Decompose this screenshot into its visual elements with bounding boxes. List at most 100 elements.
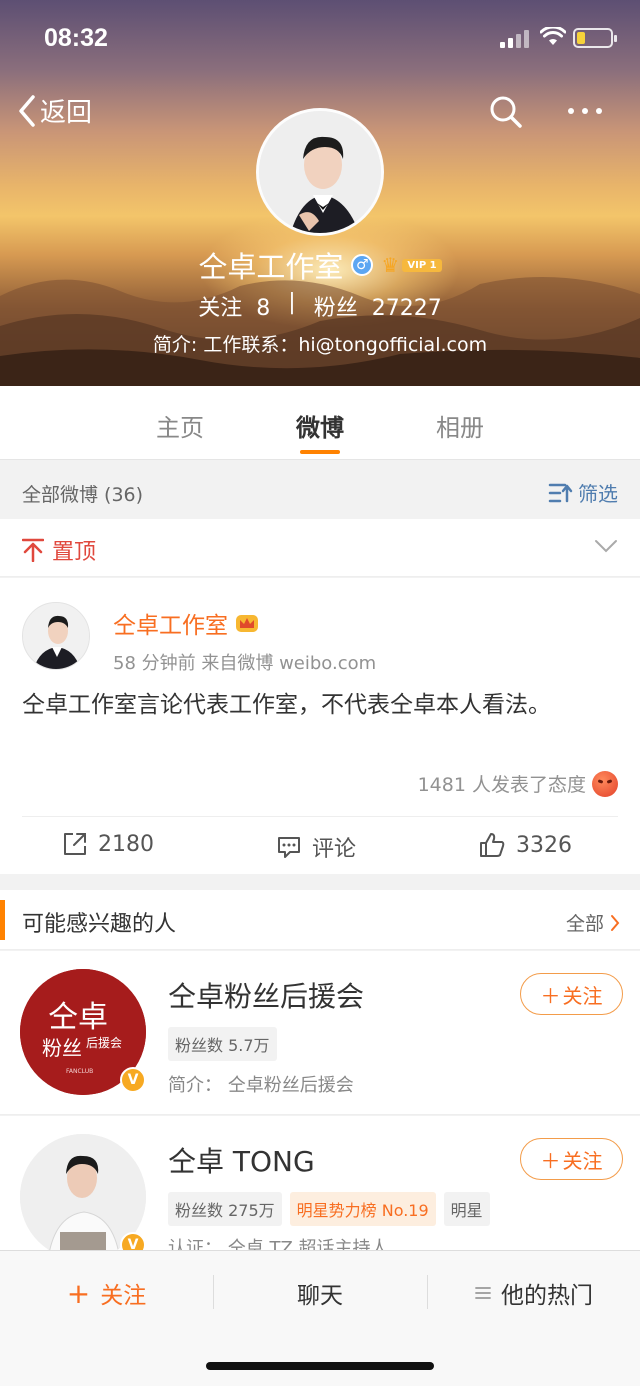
repost-icon [64, 833, 86, 855]
chat-label: 聊天 [297, 1283, 343, 1309]
verified-badge-icon: V [120, 1232, 146, 1250]
pinned-section[interactable]: 置顶 [0, 519, 640, 577]
battery-icon [573, 28, 617, 48]
follow-button[interactable]: ＋ 关注 [520, 973, 623, 1015]
vip-label: VIP 1 [402, 258, 442, 272]
suggested-person-desc: 简介： 仝卓粉丝后援会 [168, 1075, 354, 1096]
section-accent-bar [0, 900, 5, 940]
followers-tag: 粉丝数 275万 [168, 1192, 282, 1226]
pin-top-icon [22, 538, 44, 562]
signal-icon [500, 30, 529, 48]
follow-label: 关注 [562, 983, 603, 1008]
follow-action-label: 关注 [100, 1283, 147, 1309]
follow-action-button[interactable]: + 关注 [0, 1277, 213, 1310]
pinned-label-row: 置顶 [22, 534, 96, 566]
suggested-person-name[interactable]: 仝卓 TONG [168, 1140, 315, 1180]
plus-icon: ＋ [540, 983, 561, 1008]
plus-icon: ＋ [540, 1148, 561, 1173]
status-bar: 08:32 [0, 0, 640, 78]
status-time: 08:32 [44, 24, 108, 52]
filter-icon [548, 483, 573, 502]
suggested-person-desc: 认证： 仝卓 TZ 超话主持人 [168, 1238, 389, 1250]
more-icon[interactable] [568, 108, 602, 114]
avatar-text-2: 粉丝 [42, 1036, 82, 1060]
all-posts-count: 全部微博 (36) [22, 484, 144, 506]
profile-name: 仝卓工作室 [198, 250, 344, 284]
profile-name-row: 仝卓工作室 ♂ ♛ VIP 1 [0, 244, 640, 286]
hot-posts-label: 他的热门 [501, 1283, 593, 1309]
suggestions-all-label: 全部 [565, 913, 604, 935]
tab-home[interactable]: 主页 [140, 408, 220, 443]
person-tags: 粉丝数 5.7万 [168, 1027, 277, 1061]
verified-badge-icon: V [120, 1067, 146, 1093]
like-button[interactable]: 3326 [478, 831, 572, 859]
following-count: 8 [256, 296, 271, 321]
tab-weibo[interactable]: 微博 [280, 408, 360, 443]
following-stat[interactable]: 关注 8 [198, 290, 270, 322]
repost-count: 2180 [98, 831, 154, 857]
wifi-icon [540, 27, 566, 45]
comment-icon [278, 837, 300, 858]
filter-bar: 全部微博 (36) 筛选 [0, 461, 640, 519]
suggested-person-row[interactable]: V 仝卓 TONG ＋ 关注 粉丝数 275万 明星势力榜 No.19 明星 认… [0, 1116, 640, 1250]
star-ranking-tag[interactable]: 明星势力榜 No.19 [289, 1192, 436, 1226]
menu-icon [475, 1287, 491, 1299]
reactions-label: 1481 人发表了态度 [417, 774, 586, 796]
post-author-row: 仝卓工作室 [113, 606, 260, 640]
suggested-person-name[interactable]: 仝卓粉丝后援会 [168, 975, 364, 1015]
profile-tabs: 主页 微博 相册 [0, 386, 640, 460]
male-gender-icon: ♂ [351, 254, 374, 276]
hot-posts-button[interactable]: 他的热门 [428, 1277, 640, 1309]
repost-button[interactable]: 2180 [62, 831, 154, 857]
suggestions-all-link[interactable]: 全部 [566, 909, 620, 936]
back-label: 返回 [40, 98, 93, 128]
filter-button[interactable]: 筛选 [548, 478, 618, 507]
followers-tag: 粉丝数 5.7万 [168, 1027, 277, 1061]
tab-album[interactable]: 相册 [420, 408, 500, 443]
comment-button[interactable]: 评论 [276, 831, 356, 863]
profile-stats: 关注 8 | 粉丝 27227 [0, 290, 640, 322]
profile-bio: 简介: 工作联系：hi@tongofficial.com [152, 334, 488, 356]
post-author-avatar[interactable] [22, 602, 90, 670]
stats-separator: | [288, 290, 296, 315]
follow-button[interactable]: ＋ 关注 [520, 1138, 623, 1180]
follow-label: 关注 [562, 1148, 603, 1173]
thumbs-up-icon [480, 833, 505, 857]
post-text: 仝卓工作室言论代表工作室，不代表仝卓本人看法。 [22, 692, 551, 718]
search-icon[interactable] [488, 94, 524, 130]
followers-count: 27227 [371, 296, 442, 321]
avatar-text-1: 仝卓 [48, 1000, 108, 1035]
followers-stat[interactable]: 粉丝 27227 [314, 290, 442, 322]
like-count: 3326 [516, 832, 572, 858]
pinned-label: 置顶 [52, 540, 97, 565]
avatar-text-small: FANCLUB [66, 1068, 93, 1075]
chevron-left-icon [19, 94, 35, 127]
chevron-down-icon[interactable] [594, 539, 618, 553]
post-card[interactable]: 仝卓工作室 58 分钟前 来自微博 weibo.com 仝卓工作室言论代表工作室… [0, 578, 640, 874]
active-tab-indicator [300, 450, 340, 454]
post-actions: 2180 评论 3326 [22, 816, 618, 874]
avatar-text-3: 后援会 [86, 1036, 122, 1050]
profile-header: 08:32 返回 仝卓工作室 ♂ ♛ VIP 1 关注 8 | 粉丝 27227… [0, 0, 640, 386]
vip-badge[interactable]: ♛ VIP 1 [381, 253, 442, 277]
post-author-name[interactable]: 仝卓工作室 [113, 606, 228, 640]
post-reactions[interactable]: 1481 人发表了态度 [418, 770, 618, 797]
comment-label: 评论 [312, 837, 357, 862]
suggestions-header: 可能感兴趣的人 全部 [0, 890, 640, 950]
crown-icon [236, 615, 258, 632]
celebrity-tag: 明星 [443, 1192, 490, 1226]
crown-icon: ♛ [381, 253, 400, 277]
angry-face-icon [592, 770, 618, 797]
person-tags: 粉丝数 275万 明星势力榜 No.19 明星 [168, 1192, 490, 1226]
profile-avatar[interactable] [256, 108, 384, 236]
post-meta: 58 分钟前 来自微博 weibo.com [113, 653, 377, 674]
filter-label: 筛选 [578, 482, 618, 506]
chevron-right-icon [611, 914, 620, 931]
back-button[interactable]: 返回 [18, 92, 92, 129]
home-indicator[interactable] [206, 1362, 434, 1370]
followers-label: 粉丝 [313, 296, 358, 321]
following-label: 关注 [198, 296, 243, 321]
suggested-person-row[interactable]: 仝卓 粉丝 后援会 FANCLUB V 仝卓粉丝后援会 ＋ 关注 粉丝数 5.7… [0, 951, 640, 1115]
chat-button[interactable]: 聊天 [214, 1277, 426, 1309]
suggestions-title: 可能感兴趣的人 [22, 912, 177, 937]
